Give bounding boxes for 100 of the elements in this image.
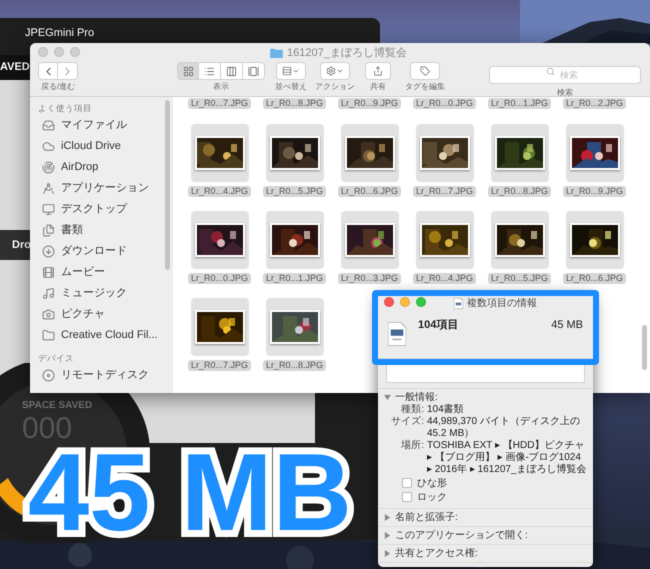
checkbox[interactable] <box>402 492 412 502</box>
file-name[interactable]: Lr_R0...5.JPG <box>488 273 552 284</box>
disclosure-triangle-icon[interactable] <box>384 394 391 401</box>
view-mode-button[interactable] <box>221 62 243 80</box>
view-mode-button[interactable] <box>199 62 221 80</box>
radar-icon <box>42 161 55 174</box>
sidebar-item[interactable]: ムービー <box>38 262 173 283</box>
checkbox-label: ロック <box>417 490 447 504</box>
sidebar-item[interactable]: デスクトップ <box>38 199 173 220</box>
section-heading[interactable]: 共有とアクセス権: <box>395 547 478 560</box>
sidebar-item[interactable]: ダウンロード <box>38 241 173 262</box>
file-name[interactable]: Lr_R0...0.JPG <box>188 273 252 284</box>
file-thumbnail[interactable] <box>266 298 324 356</box>
disc-icon <box>42 369 55 382</box>
file-name[interactable]: Lr_R0...1.JPG <box>262 273 326 284</box>
info-value: 104書類 <box>427 404 464 416</box>
checkbox[interactable] <box>402 478 412 488</box>
file-name[interactable]: Lr_R0...1.JPG <box>488 98 552 109</box>
info-value: TOSHIBA EXT ▸ 【HDD】ピクチャ ▸ 【ブログ用】 ▸ 画像-ブログ1024 ▸ 2016年 ▸ 161207_まぼろし博覧会 <box>427 440 587 476</box>
file-name[interactable]: Lr_R0...2.JPG <box>562 98 626 109</box>
sidebar-item[interactable]: アプリケーション <box>38 178 173 199</box>
sidebar-item[interactable]: iCloud Drive <box>38 136 173 157</box>
view-mode-button[interactable] <box>243 62 265 80</box>
file-thumbnail[interactable] <box>416 211 474 269</box>
meter-label: SPACE SAVED <box>22 399 92 413</box>
file-thumbnail[interactable] <box>416 124 474 182</box>
drop-button[interactable]: Dro <box>12 236 31 254</box>
folder-icon <box>270 48 283 58</box>
sidebar-item[interactable]: AirDrop <box>38 157 173 178</box>
zoom-button[interactable] <box>416 297 426 307</box>
rows-icon <box>282 66 292 76</box>
back-button[interactable] <box>38 62 58 80</box>
scrollbar[interactable] <box>642 325 647 370</box>
close-button[interactable] <box>384 297 394 307</box>
file-name[interactable]: Lr_R0...9.JPG <box>338 98 402 109</box>
file-name[interactable]: Lr_R0...4.JPG <box>188 186 252 197</box>
tag-icon <box>420 66 430 76</box>
file-name[interactable]: Lr_R0...9.JPG <box>562 186 626 197</box>
sidebar-item[interactable]: Creative Cloud Fil... <box>38 325 173 346</box>
file-name[interactable]: Lr_R0...7.JPG <box>188 98 252 109</box>
toolbar-label: 共有 <box>370 81 386 93</box>
gallery-view-icon <box>248 66 259 76</box>
document-icon <box>388 322 406 346</box>
info-label: 種類: <box>400 404 424 416</box>
file-thumbnail[interactable] <box>340 211 398 269</box>
file-thumbnail[interactable] <box>190 211 248 269</box>
share-icon <box>373 66 383 76</box>
sidebar-item[interactable]: マイファイル <box>38 115 173 136</box>
file-name[interactable]: Lr_R0...7.JPG <box>412 186 476 197</box>
share-button[interactable] <box>365 62 391 80</box>
caret-icon <box>292 67 300 75</box>
sidebar-item[interactable]: 書類 <box>38 220 173 241</box>
compass-icon <box>42 182 55 195</box>
sort-button[interactable] <box>276 62 306 80</box>
disclosure-triangle-icon[interactable] <box>384 532 391 539</box>
file-thumbnail[interactable] <box>190 124 248 182</box>
section-heading[interactable]: 一般情報: <box>395 391 438 404</box>
search-icon <box>546 67 555 76</box>
scrollbar[interactable] <box>165 100 170 270</box>
file-thumbnail[interactable] <box>566 124 624 182</box>
file-thumbnail[interactable] <box>266 124 324 182</box>
file-name[interactable]: Lr_R0...8.JPG <box>488 186 552 197</box>
sidebar-item[interactable]: ピクチャ <box>38 304 173 325</box>
file-thumbnail[interactable] <box>490 124 548 182</box>
action-button[interactable] <box>320 62 350 80</box>
tags-field[interactable] <box>386 363 585 383</box>
file-name[interactable]: Lr_R0...3.JPG <box>338 273 402 284</box>
view-mode-button[interactable] <box>177 62 199 80</box>
file-name[interactable]: Lr_R0...5.JPG <box>262 186 326 197</box>
document-icon <box>454 298 463 309</box>
info-label: サイズ: <box>390 416 424 429</box>
sidebar-item[interactable]: リモートディスク <box>38 365 173 386</box>
file-name[interactable]: Lr_R0...6.JPG <box>338 186 402 197</box>
toolbar-label: 検索 <box>557 87 573 99</box>
disclosure-triangle-icon[interactable] <box>384 514 391 521</box>
grid-view-icon <box>182 66 194 76</box>
disclosure-triangle-icon[interactable] <box>384 550 391 557</box>
file-thumbnail[interactable] <box>490 211 548 269</box>
section-heading[interactable]: このアプリケーションで開く: <box>395 529 528 542</box>
file-name[interactable]: Lr_R0...8.JPG <box>262 360 326 371</box>
file-name[interactable]: Lr_R0...7.JPG <box>188 360 252 371</box>
section-heading[interactable]: 名前と拡張子: <box>395 511 458 524</box>
file-thumbnail[interactable] <box>266 211 324 269</box>
tags-button[interactable] <box>410 62 440 80</box>
file-name[interactable]: Lr_R0...4.JPG <box>412 273 476 284</box>
file-thumbnail[interactable] <box>566 211 624 269</box>
toolbar-label: 表示 <box>213 81 229 93</box>
file-name[interactable]: Lr_R0...0.JPG <box>412 98 476 109</box>
sidebar-item[interactable]: ミュージック <box>38 283 173 304</box>
info-label: 場所: <box>400 440 424 453</box>
file-name[interactable]: Lr_R0...6.JPG <box>562 273 626 284</box>
search-field[interactable]: 検索 <box>489 66 641 84</box>
item-count: 104項目 <box>418 318 458 333</box>
file-thumbnail[interactable] <box>340 124 398 182</box>
file-name[interactable]: Lr_R0...8.JPG <box>262 98 326 109</box>
documents-icon <box>42 224 55 237</box>
window-title: 161207_まぼろし博覧会 <box>287 46 407 61</box>
file-thumbnail[interactable] <box>190 298 248 356</box>
cloud-icon <box>42 140 55 153</box>
toolbar-label: 並べ替え <box>275 81 307 93</box>
